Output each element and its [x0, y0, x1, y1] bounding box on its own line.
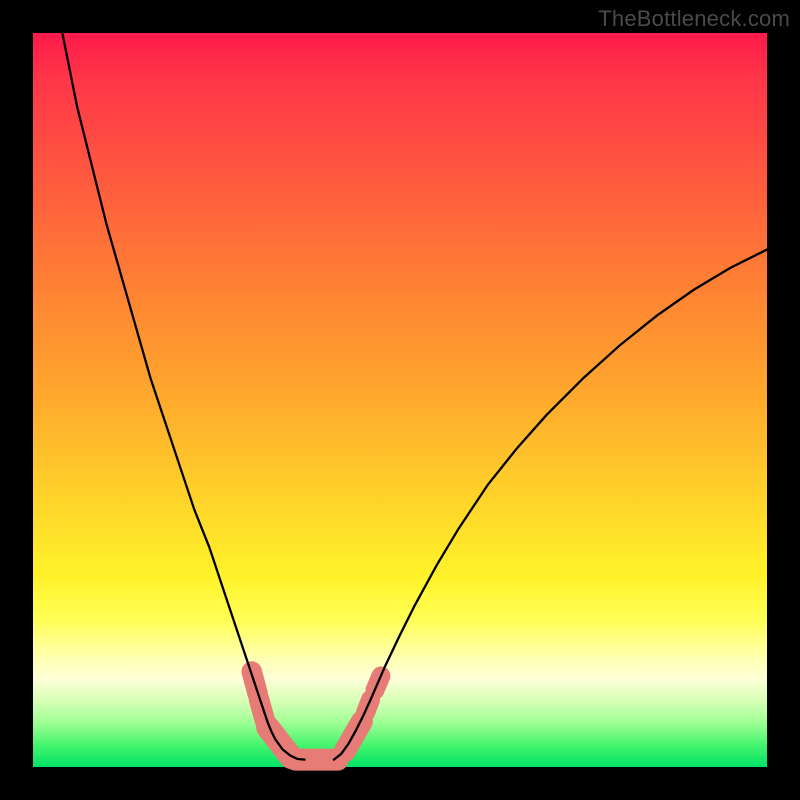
chart-frame: TheBottleneck.com	[0, 0, 800, 800]
left-curve	[62, 33, 304, 760]
chart-svg	[33, 33, 767, 767]
watermark-text: TheBottleneck.com	[598, 6, 790, 32]
plot-area	[33, 33, 767, 767]
right-curve	[334, 250, 767, 760]
marker-group	[252, 672, 381, 760]
